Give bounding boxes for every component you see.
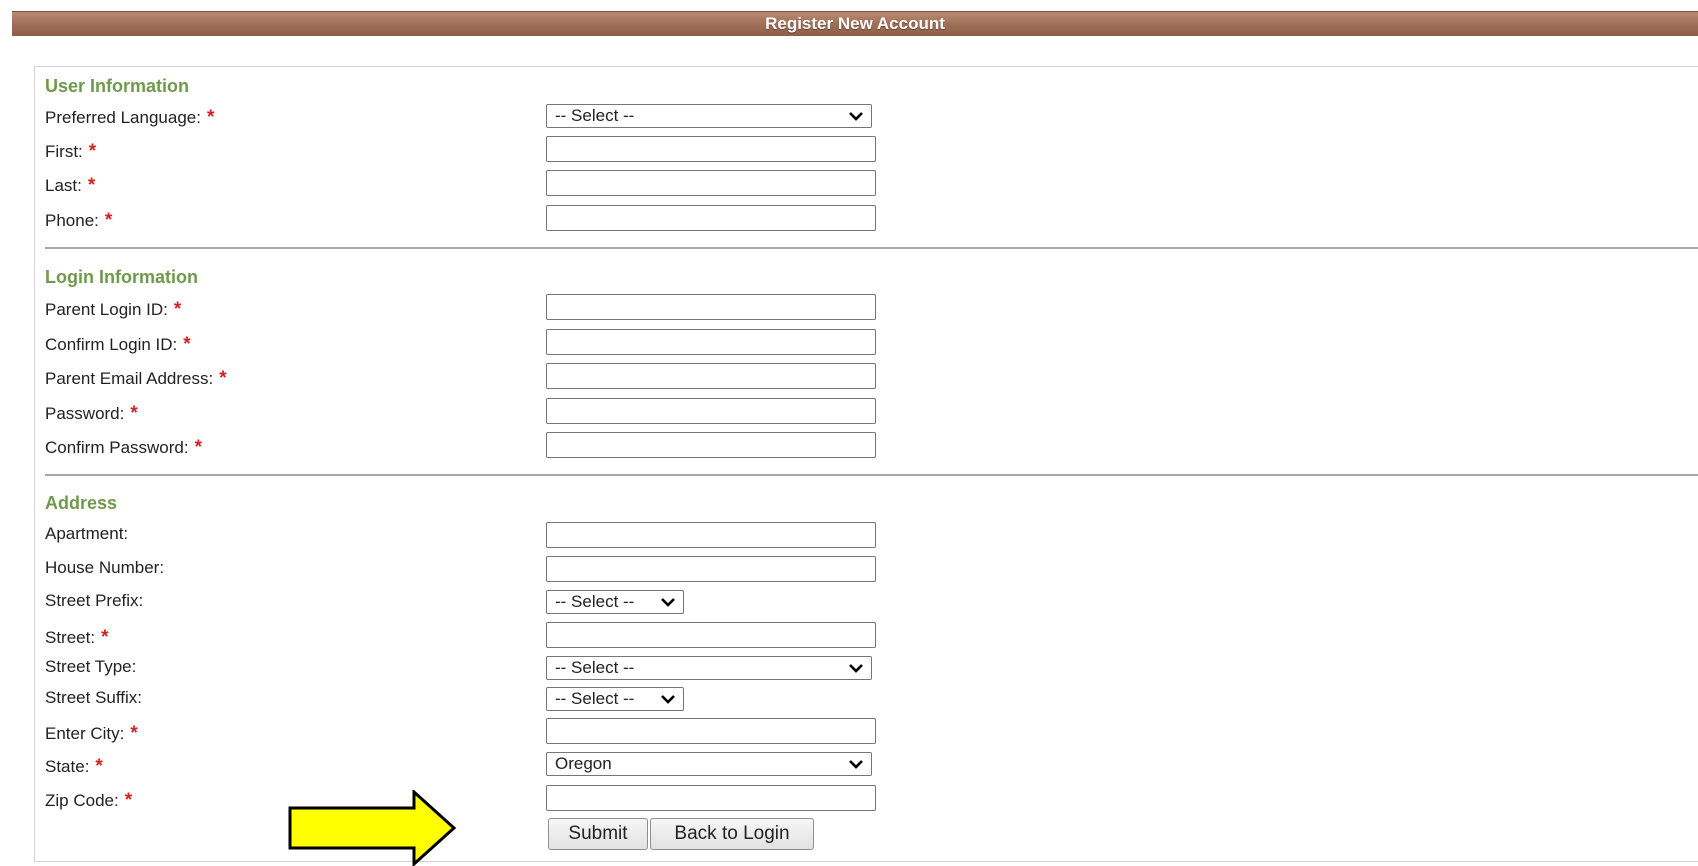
- first-name-label: First: *: [45, 141, 97, 162]
- zip-code-label: Zip Code: *: [45, 790, 133, 811]
- chevron-down-icon: [849, 664, 863, 673]
- page-title-bar: Register New Account: [12, 11, 1698, 36]
- phone-label: Phone: *: [45, 210, 113, 231]
- required-marker: *: [101, 627, 109, 648]
- password-input[interactable]: [546, 398, 876, 424]
- preferred-language-select[interactable]: -- Select --: [546, 104, 872, 128]
- confirm-password-label: Confirm Password: *: [45, 437, 203, 458]
- required-marker: *: [194, 437, 203, 458]
- chevron-down-icon: [661, 598, 675, 607]
- city-input[interactable]: [546, 718, 876, 744]
- required-marker: *: [130, 723, 138, 744]
- page-title: Register New Account: [765, 14, 945, 33]
- chevron-down-icon: [849, 112, 863, 121]
- house-number-label: House Number:: [45, 558, 165, 577]
- apartment-input[interactable]: [546, 522, 876, 548]
- house-number-input[interactable]: [546, 556, 876, 582]
- state-selected-value: Oregon: [555, 754, 612, 773]
- state-select[interactable]: Oregon: [546, 752, 872, 776]
- street-label: Street: *: [45, 627, 109, 648]
- last-name-input[interactable]: [546, 170, 876, 196]
- city-label: Enter City: *: [45, 723, 138, 744]
- street-prefix-select[interactable]: -- Select --: [546, 590, 684, 614]
- parent-email-label: Parent Email Address: *: [45, 368, 227, 389]
- street-type-label: Street Type:: [45, 657, 137, 676]
- confirm-login-id-input[interactable]: [546, 329, 876, 355]
- required-marker: *: [95, 756, 103, 777]
- required-marker: *: [173, 299, 182, 320]
- back-to-login-button[interactable]: Back to Login: [650, 818, 814, 850]
- section-title-address: Address: [45, 493, 118, 513]
- required-marker: *: [219, 368, 227, 389]
- section-title-user-information: User Information: [45, 76, 190, 96]
- parent-login-id-input[interactable]: [546, 294, 876, 320]
- submit-button[interactable]: Submit: [548, 818, 648, 850]
- street-type-selected-value: -- Select --: [555, 658, 635, 677]
- required-marker: *: [124, 790, 133, 811]
- confirm-password-input[interactable]: [546, 432, 876, 458]
- required-marker: *: [104, 210, 113, 231]
- street-input[interactable]: [546, 622, 876, 648]
- required-marker: *: [87, 175, 96, 196]
- section-title-login-information: Login Information: [45, 267, 198, 287]
- last-name-label: Last: *: [45, 175, 96, 196]
- chevron-down-icon: [849, 760, 863, 769]
- apartment-label: Apartment:: [45, 524, 129, 543]
- confirm-login-id-label: Confirm Login ID: *: [45, 334, 191, 355]
- password-label: Password: *: [45, 403, 138, 424]
- preferred-language-selected-value: -- Select --: [555, 106, 635, 125]
- phone-input[interactable]: [546, 205, 876, 231]
- parent-email-input[interactable]: [546, 363, 876, 389]
- state-label: State: *: [45, 756, 103, 777]
- section-divider: [45, 247, 1698, 249]
- zip-code-input[interactable]: [546, 785, 876, 811]
- parent-login-id-label: Parent Login ID: *: [45, 299, 182, 320]
- street-prefix-selected-value: -- Select --: [555, 592, 635, 611]
- required-marker: *: [183, 334, 191, 355]
- street-prefix-label: Street Prefix:: [45, 591, 144, 610]
- chevron-down-icon: [661, 695, 675, 704]
- preferred-language-label: Preferred Language: *: [45, 107, 215, 128]
- required-marker: *: [88, 141, 97, 162]
- first-name-input[interactable]: [546, 136, 876, 162]
- required-marker: *: [130, 403, 138, 424]
- section-divider: [45, 474, 1698, 476]
- street-suffix-select[interactable]: -- Select --: [546, 687, 684, 711]
- required-marker: *: [206, 107, 215, 128]
- right-arrow-icon: [288, 790, 457, 866]
- street-suffix-label: Street Suffix:: [45, 688, 143, 707]
- street-suffix-selected-value: -- Select --: [555, 689, 635, 708]
- street-type-select[interactable]: -- Select --: [546, 656, 872, 680]
